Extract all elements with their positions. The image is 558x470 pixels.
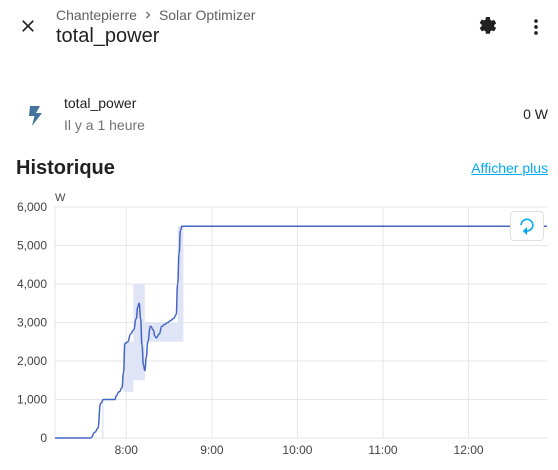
close-button[interactable] xyxy=(12,10,44,42)
y-axis-label: W xyxy=(55,192,66,204)
y-tick-label: 6,000 xyxy=(17,200,47,214)
flash-icon xyxy=(29,106,42,126)
page-title: total_power xyxy=(56,25,160,47)
y-tick-label: 0 xyxy=(40,431,47,445)
history-chart[interactable]: 0 1,000 2,000 3,000 4,000 5,000 6,000 W 8:00 9:00… xyxy=(0,186,558,470)
y-tick-label: 3,000 xyxy=(17,316,47,330)
min-max-band xyxy=(177,226,184,342)
history-title: Historique xyxy=(16,157,115,179)
entity-state-value: 0 W xyxy=(523,106,548,122)
x-tick-label: 11:00 xyxy=(368,443,397,457)
x-tick-label: 8:00 xyxy=(115,443,139,457)
y-tick-label: 2,000 xyxy=(17,354,47,368)
min-max-band xyxy=(102,399,104,438)
more-vertical-icon xyxy=(534,19,538,35)
chevron-right-icon xyxy=(145,11,151,19)
reset-zoom-button[interactable] xyxy=(510,211,544,241)
breadcrumb: Chantepierre Solar Optimizer xyxy=(56,7,255,23)
breadcrumb-area[interactable]: Chantepierre xyxy=(56,7,137,23)
gear-icon xyxy=(479,17,497,34)
close-icon xyxy=(22,20,34,32)
show-more-link[interactable]: Afficher plus xyxy=(471,160,548,176)
y-tick-label: 4,000 xyxy=(17,277,47,291)
refresh-icon xyxy=(520,218,534,236)
x-tick-label: 9:00 xyxy=(200,443,224,457)
series-line xyxy=(55,225,547,439)
entity-last-changed: Il y a 1 heure xyxy=(64,117,145,133)
breadcrumb-device[interactable]: Solar Optimizer xyxy=(159,7,255,23)
x-tick-label: 12:00 xyxy=(454,443,484,457)
min-max-band xyxy=(151,322,178,342)
entity-row[interactable]: total_power Il y a 1 heure 0 W xyxy=(0,88,558,140)
header: Chantepierre Solar Optimizer total_power xyxy=(0,0,558,64)
more-options-button[interactable] xyxy=(522,13,550,41)
x-tick-label: 10:00 xyxy=(282,443,312,457)
y-tick-label: 1,000 xyxy=(17,393,47,407)
entity-name: total_power xyxy=(64,95,137,111)
y-tick-label: 5,000 xyxy=(17,239,47,253)
settings-button[interactable] xyxy=(474,13,502,41)
